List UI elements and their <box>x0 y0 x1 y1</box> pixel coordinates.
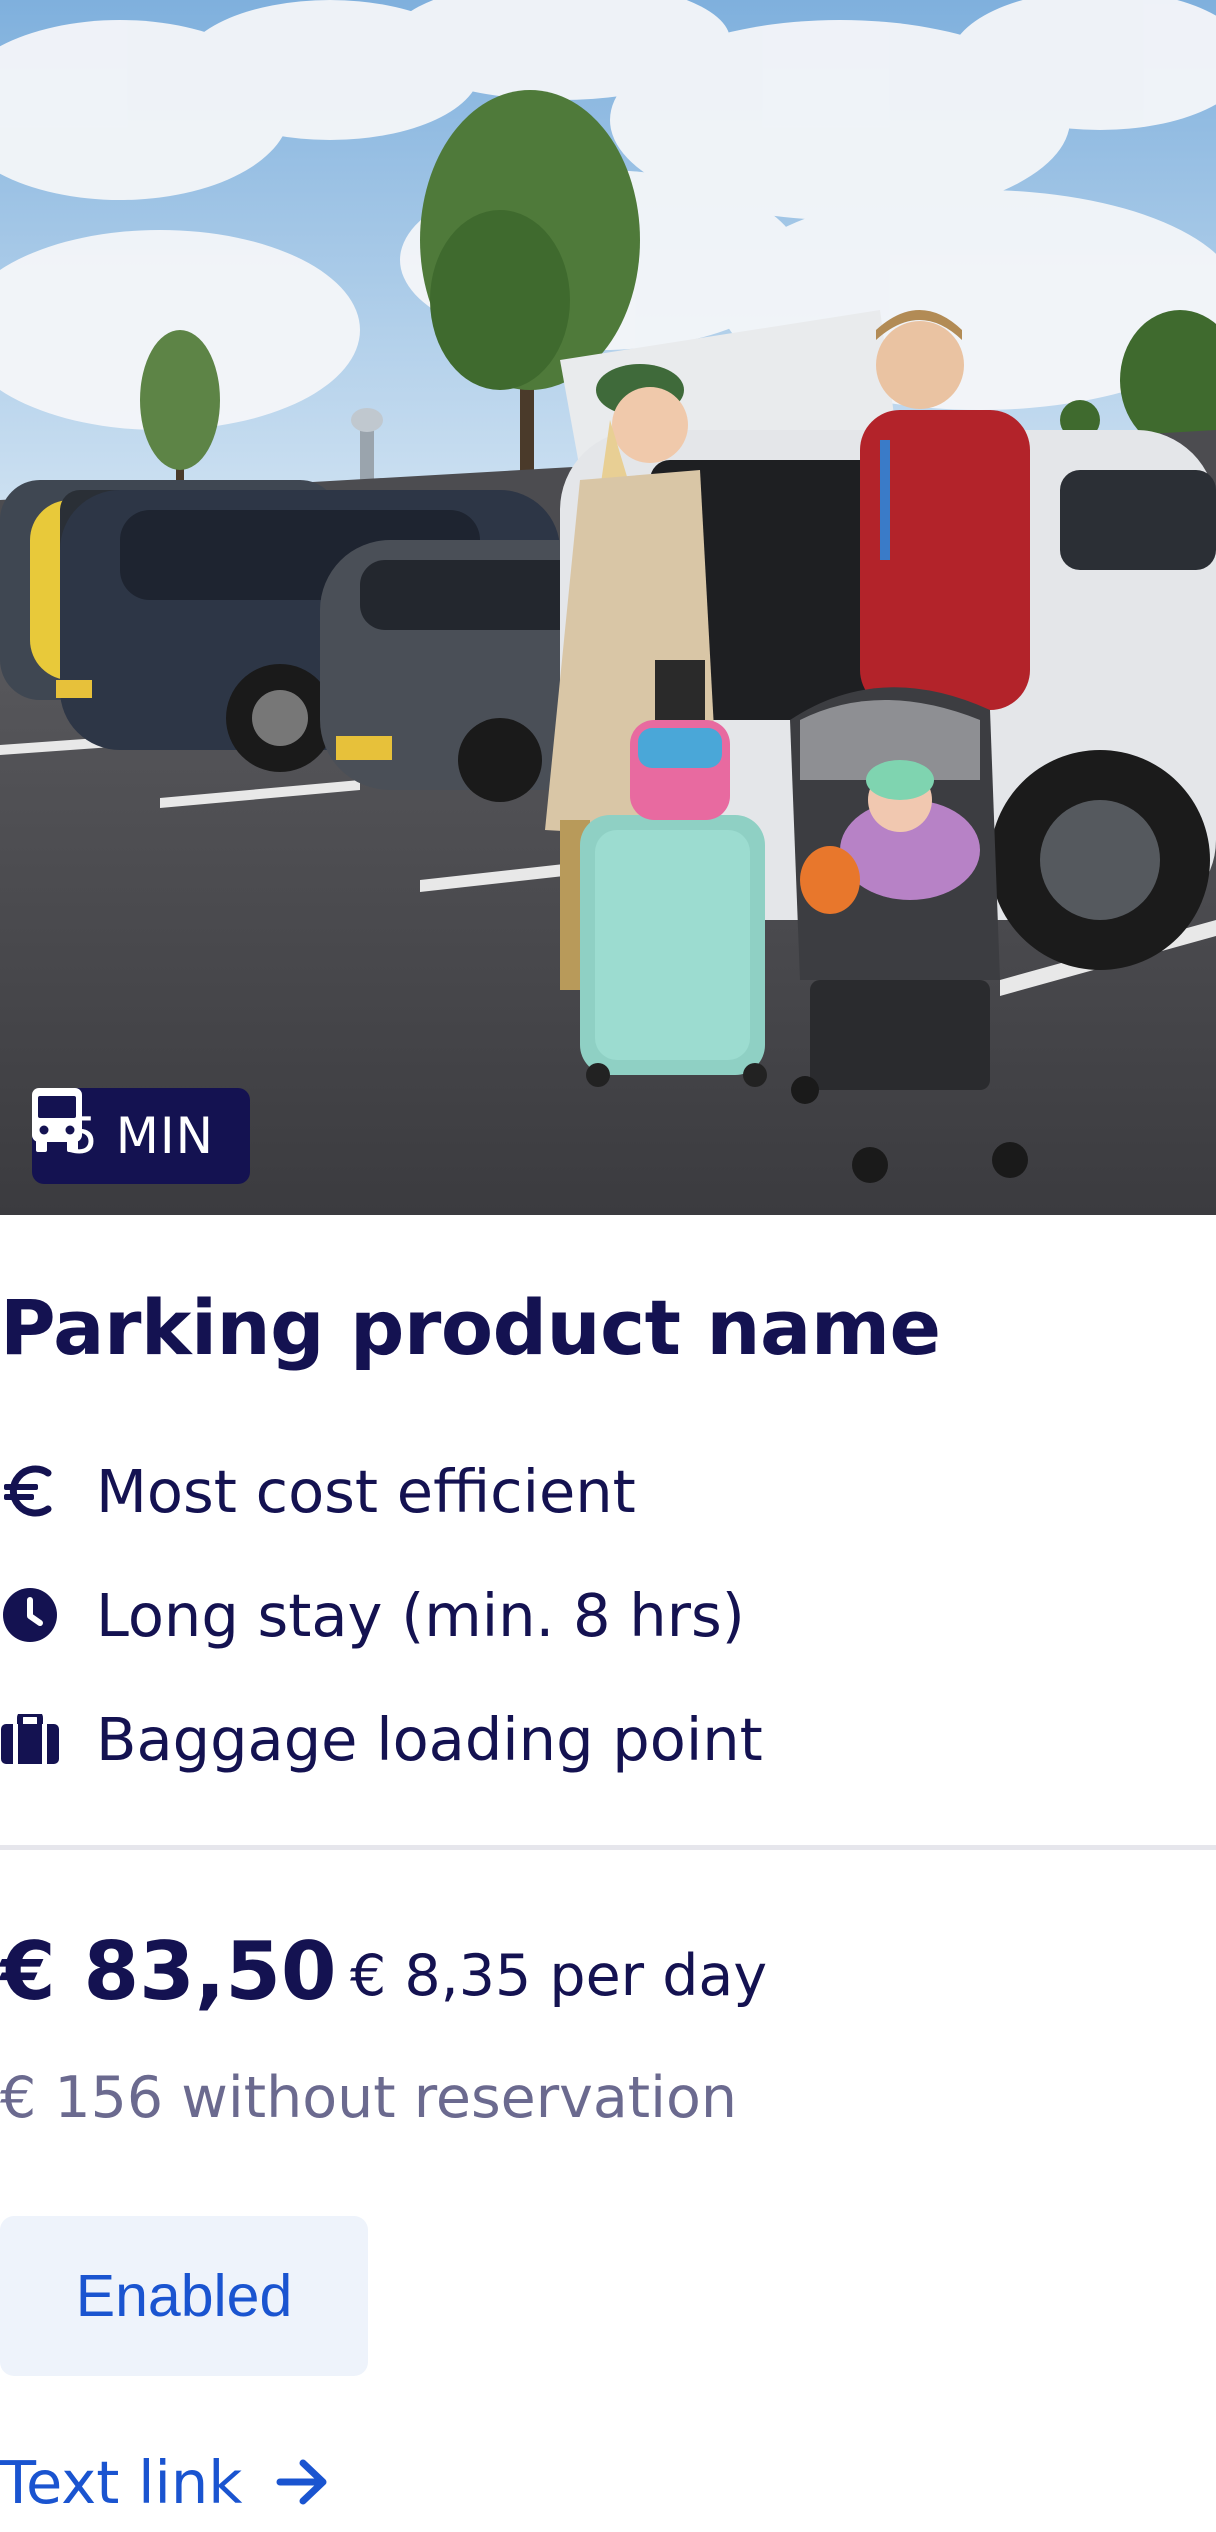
feature-item-long-stay: Long stay (min. 8 hrs) <box>0 1580 745 1650</box>
total-price: € 83,50 <box>0 1925 337 2018</box>
price-without-reservation: € 156 without reservation <box>0 2065 737 2131</box>
feature-item-cost: Most cost efficient <box>0 1456 636 1526</box>
feature-label: Most cost efficient <box>96 1456 636 1526</box>
briefcase-icon <box>0 1709 60 1769</box>
product-title: Parking product name <box>0 1283 941 1372</box>
bus-icon <box>32 1088 82 1152</box>
clock-icon <box>0 1585 60 1645</box>
travel-time-badge: 5 MIN <box>32 1088 250 1184</box>
travel-time-text: 5 MIN <box>66 1107 214 1165</box>
price-per-day: € 8,35 per day <box>350 1943 768 2009</box>
arrow-right-icon <box>276 2459 327 2505</box>
feature-label: Long stay (min. 8 hrs) <box>96 1580 745 1650</box>
feature-label: Baggage loading point <box>96 1704 763 1774</box>
parking-photo-illustration <box>0 0 1216 1215</box>
parking-photo: 5 MIN <box>0 0 1216 1215</box>
euro-icon <box>0 1461 60 1521</box>
divider <box>0 1845 1216 1850</box>
enabled-button[interactable]: Enabled <box>0 2216 368 2376</box>
text-link[interactable]: Text link <box>0 2446 328 2518</box>
text-link-label: Text link <box>0 2447 243 2517</box>
feature-item-baggage: Baggage loading point <box>0 1704 763 1774</box>
